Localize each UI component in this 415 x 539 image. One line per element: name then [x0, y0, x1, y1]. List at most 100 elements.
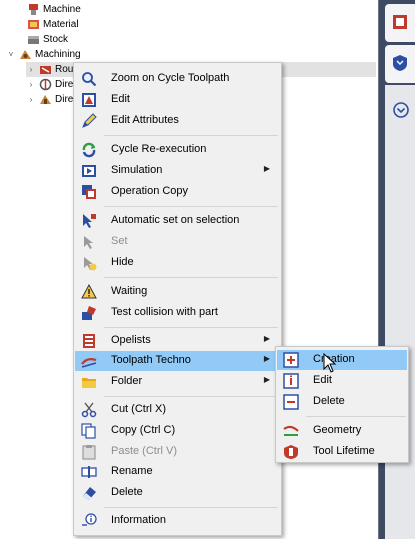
tree-item-material[interactable]: Material [14, 17, 79, 32]
toolpath-techno-submenu: Creation Edit Delete Geometry Tool Lifet… [275, 346, 409, 463]
edit-techno-icon [283, 373, 299, 389]
collision-icon [81, 305, 97, 321]
machine-icon [27, 3, 40, 16]
creation-icon [283, 352, 299, 368]
menu-item-label: Delete [313, 395, 345, 407]
menu-item-label: Edit [313, 374, 332, 386]
expand-icon[interactable]: › [26, 80, 36, 89]
menu-separator [104, 507, 278, 508]
submenu-item-edit[interactable]: Edit [277, 371, 407, 391]
tree-item-label: Dire [55, 94, 74, 105]
shield-icon [392, 54, 408, 75]
tree-item-label: Machine [43, 4, 81, 15]
menu-item-label: Folder [111, 375, 143, 387]
rename-icon [81, 464, 97, 480]
toolpath-techno-icon [81, 353, 97, 369]
edit-icon [81, 92, 97, 108]
menu-item-label: Zoom on Cycle Toolpath [111, 72, 230, 84]
menu-item-label: Cycle Re-execution [111, 143, 207, 155]
tree-item-stock[interactable]: Stock [14, 32, 68, 47]
operation-icon [39, 63, 52, 76]
menu-item-paste[interactable]: Paste (Ctrl V) [75, 442, 280, 462]
tree-item-label: Machining [35, 49, 81, 60]
menu-separator [104, 135, 278, 136]
stock-icon [27, 33, 40, 46]
re-execution-icon [81, 142, 97, 158]
menu-item-label: Test collision with part [111, 306, 218, 318]
material-icon [27, 18, 40, 31]
expand-circle-icon[interactable] [392, 101, 410, 122]
cut-icon [81, 402, 97, 418]
menu-separator [104, 327, 278, 328]
delete-techno-icon [283, 394, 299, 410]
eraser-icon [81, 485, 97, 501]
menu-separator [104, 396, 278, 397]
tree-item-label: Dire [55, 79, 74, 90]
submenu-item-tool-lifetime[interactable]: Tool Lifetime [277, 442, 407, 462]
tree-item-label: Stock [43, 34, 69, 45]
menu-item-rename[interactable]: Rename [75, 462, 280, 482]
folder-icon [81, 374, 97, 390]
menu-separator [104, 206, 278, 207]
menu-item-label: Geometry [313, 424, 362, 436]
menu-item-label: Simulation [111, 164, 163, 176]
geometry-icon [283, 423, 299, 439]
menu-item-test-collision[interactable]: Test collision with part [75, 303, 280, 323]
menu-item-label: Waiting [111, 285, 148, 297]
menu-item-label: Hide [111, 256, 134, 268]
menu-separator [104, 277, 278, 278]
menu-item-operation-copy[interactable]: Operation Copy [75, 182, 280, 202]
expand-icon[interactable]: › [26, 95, 36, 104]
menu-item-set[interactable]: Set [75, 232, 280, 252]
side-panel-lower-area [385, 85, 415, 539]
menu-item-zoom-cycle-toolpath[interactable]: Zoom on Cycle Toolpath [75, 69, 280, 89]
menu-item-label: Set [111, 235, 128, 247]
mouse-cursor-icon [323, 352, 337, 373]
menu-item-delete[interactable]: Delete [75, 483, 280, 503]
menu-item-label: Edit Attributes [111, 114, 179, 126]
machining-icon [19, 48, 32, 61]
menu-item-label: Operation Copy [111, 185, 189, 197]
collapse-icon[interactable]: ˅ [6, 50, 16, 59]
tree-item-machine[interactable]: Machine [14, 2, 81, 17]
operation-icon [39, 78, 52, 91]
tree-item-machining[interactable]: ˅ Machining [6, 47, 81, 62]
menu-item-folder[interactable]: Folder ▶ [75, 372, 280, 392]
submenu-item-geometry[interactable]: Geometry [277, 421, 407, 441]
tree-item-label: Material [43, 19, 79, 30]
menu-item-label: Information [111, 514, 167, 526]
menu-item-waiting[interactable]: Waiting [75, 282, 280, 302]
submenu-arrow-icon: ▶ [263, 164, 270, 173]
menu-item-hide[interactable]: Hide [75, 253, 280, 273]
submenu-item-delete[interactable]: Delete [277, 392, 407, 412]
menu-item-copy[interactable]: Copy (Ctrl C) [75, 421, 280, 441]
menu-item-edit[interactable]: Edit [75, 90, 280, 110]
menu-separator [306, 416, 406, 417]
menu-item-cycle-re-execution[interactable]: Cycle Re-execution [75, 140, 280, 160]
side-panel-button-2[interactable] [385, 45, 415, 83]
tree-item-direction-2[interactable]: › Dire [26, 92, 74, 107]
submenu-arrow-icon: ▶ [263, 354, 270, 363]
information-icon [81, 513, 97, 529]
menu-item-label: Rename [111, 465, 153, 477]
submenu-arrow-icon: ▶ [263, 334, 270, 343]
menu-item-simulation[interactable]: Simulation ▶ [75, 161, 280, 181]
menu-item-toolpath-techno[interactable]: Toolpath Techno ▶ [75, 351, 280, 371]
tool-lifetime-icon [283, 444, 299, 460]
menu-item-automatic-set[interactable]: Automatic set on selection [75, 211, 280, 231]
menu-item-cut[interactable]: Cut (Ctrl X) [75, 400, 280, 420]
opelists-icon [81, 333, 97, 349]
submenu-item-creation[interactable]: Creation [277, 350, 407, 370]
menu-item-information[interactable]: Information [75, 511, 280, 531]
menu-item-edit-attributes[interactable]: Edit Attributes [75, 111, 280, 131]
menu-item-label: Paste (Ctrl V) [111, 445, 178, 457]
set-icon [81, 234, 97, 250]
menu-item-label: Copy (Ctrl C) [111, 424, 176, 436]
tree-item-direction-1[interactable]: › Dire [26, 77, 73, 92]
menu-item-label: Edit [111, 93, 130, 105]
simulation-icon [81, 163, 97, 179]
menu-item-label: Cut (Ctrl X) [111, 403, 166, 415]
expand-icon[interactable]: › [26, 65, 36, 74]
menu-item-opelists[interactable]: Opelists ▶ [75, 331, 280, 351]
side-panel-button-1[interactable] [385, 4, 415, 42]
